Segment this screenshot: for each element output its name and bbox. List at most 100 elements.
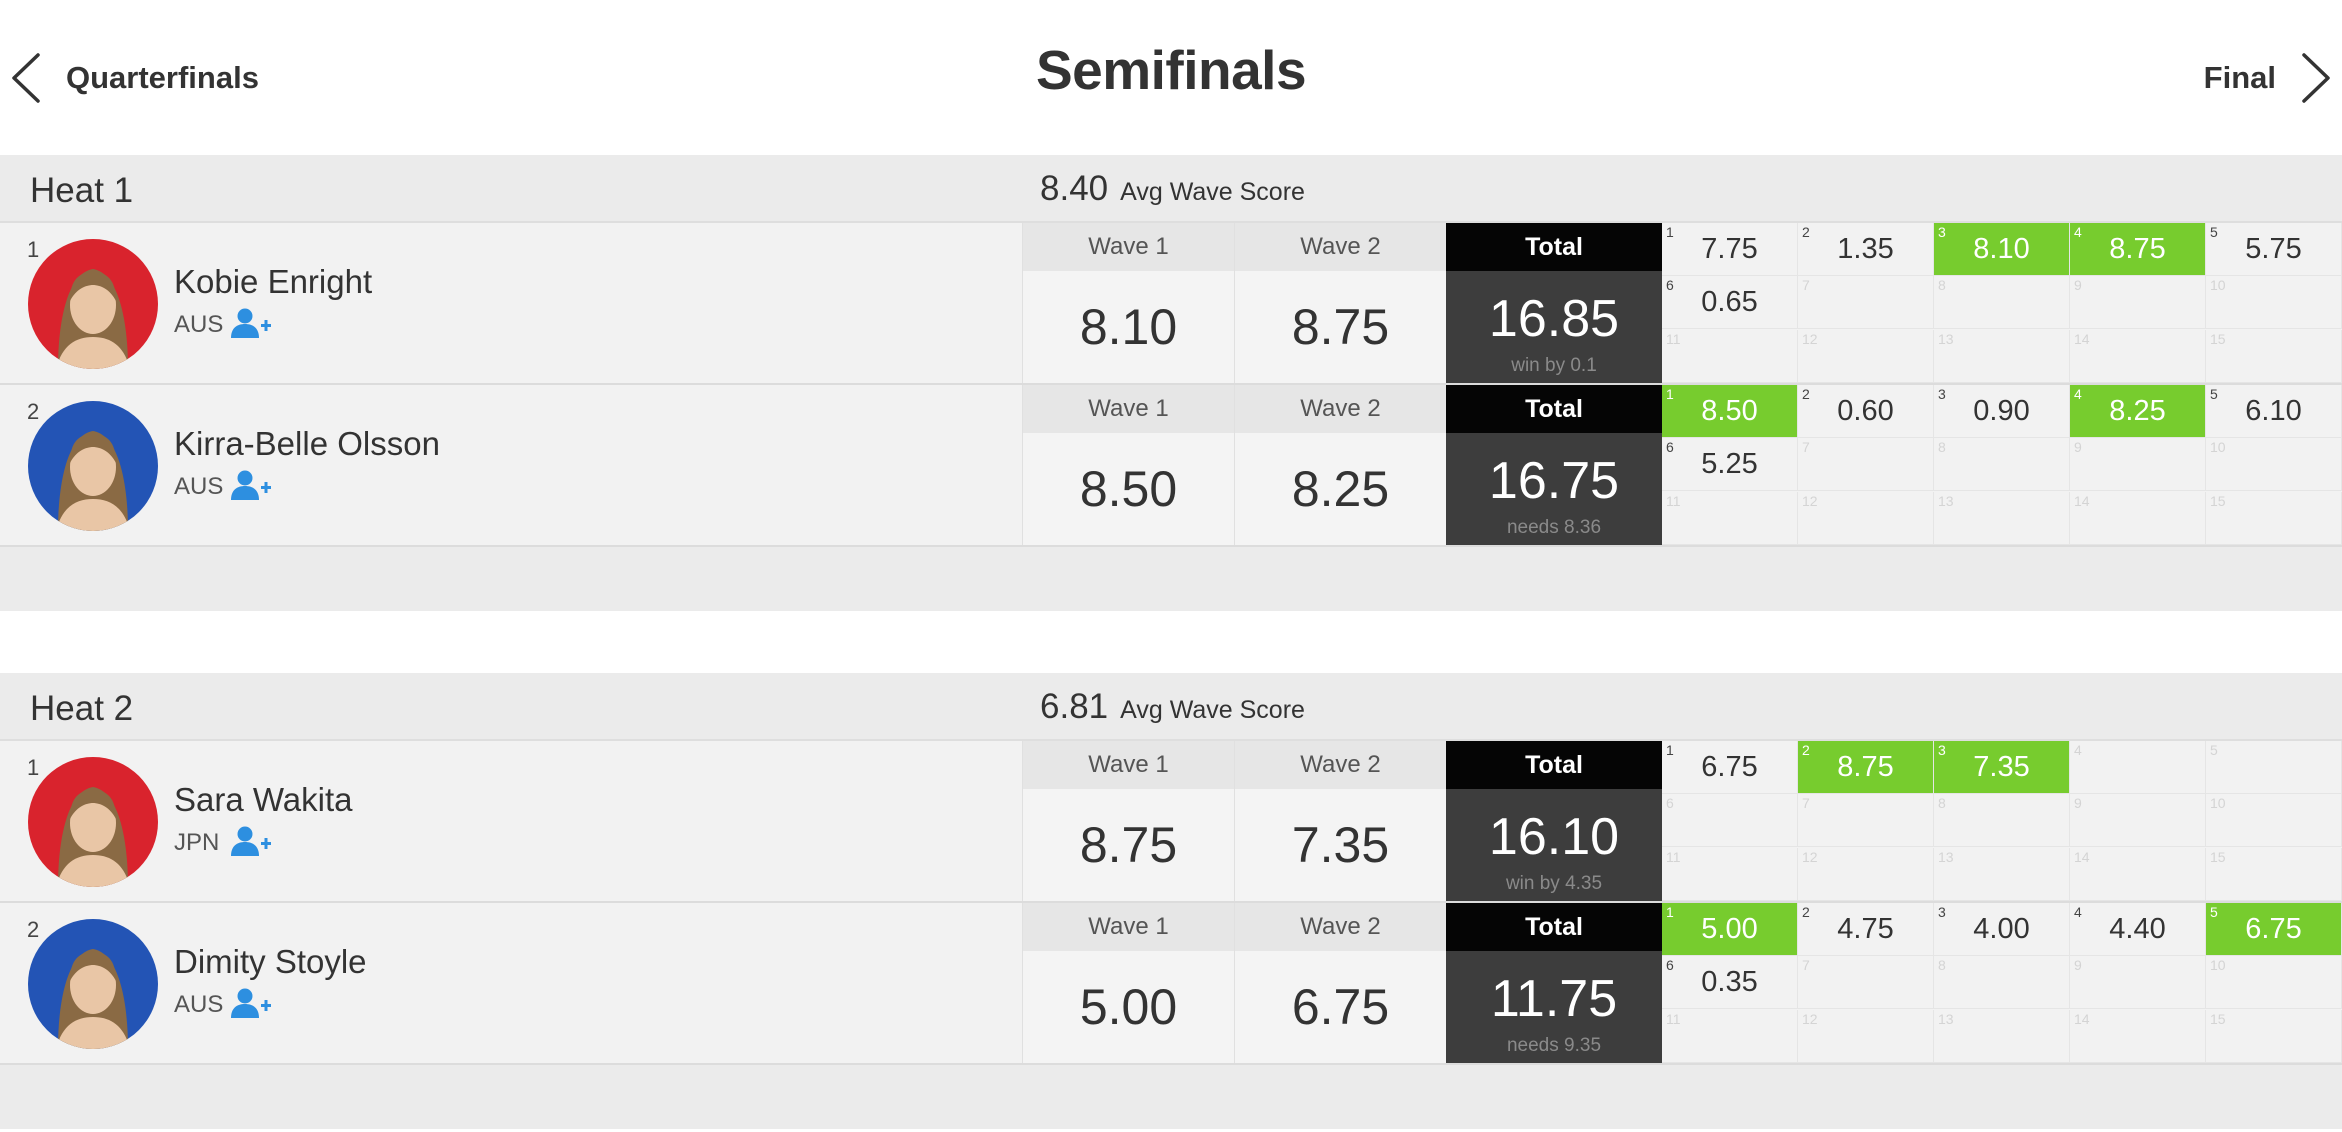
wave-2-score: 8.25 bbox=[1291, 461, 1390, 517]
athlete-seed: 1 bbox=[27, 755, 40, 780]
total-note: win by 4.35 bbox=[1505, 873, 1603, 894]
wave-2-header: Wave 2 bbox=[1235, 741, 1446, 789]
wave-score-cell: 14 bbox=[2070, 847, 2206, 901]
wave-score-cell: 11 bbox=[1662, 491, 1798, 545]
wave-score-cell: 6 bbox=[1662, 794, 1798, 848]
athlete-row[interactable]: 2 Kirra-Belle Olsson AUS Wave 1 8.50 Wav… bbox=[0, 385, 2342, 547]
athlete-row[interactable]: 1 Kobie Enright AUS Wave 1 8.10 Wave 2 8… bbox=[0, 223, 2342, 385]
wave-score-grid: 1 5.00 2 4.75 3 4.00 4 4.40 5 6.75 6 0.35 7 8 9 10 11 12 1… bbox=[1662, 903, 2342, 1063]
wave-score-cell: 15 bbox=[2206, 847, 2342, 901]
next-round-link[interactable]: Final bbox=[2204, 48, 2334, 108]
wave-number: 11 bbox=[1666, 1010, 1681, 1027]
athlete-name[interactable]: Dimity Stoyle bbox=[174, 943, 367, 981]
wave-number: 15 bbox=[2210, 492, 2226, 509]
wave-number: 9 bbox=[2074, 795, 2082, 812]
heat-block: Heat 2 6.81 Avg Wave Score 1 Sara Wakita… bbox=[0, 673, 2342, 1129]
athlete-row[interactable]: 1 Sara Wakita JPN Wave 1 8.75 Wave 2 7.3… bbox=[0, 741, 2342, 903]
wave-2-score: 6.75 bbox=[1291, 979, 1390, 1035]
wave-number: 9 bbox=[2074, 439, 2082, 456]
wave-score-cell: 3 8.10 bbox=[1934, 223, 2070, 276]
wave-number: 12 bbox=[1802, 492, 1818, 509]
total-column: Total 16.10 win by 4.35 bbox=[1446, 741, 1662, 901]
wave-number: 10 bbox=[2210, 277, 2226, 294]
total-score: 11.75 bbox=[1490, 970, 1618, 1028]
wave-score-cell: 11 bbox=[1662, 1009, 1798, 1063]
athlete-row[interactable]: 2 Dimity Stoyle AUS Wave 1 5.00 Wave 2 6… bbox=[0, 903, 2342, 1065]
wave-number: 14 bbox=[2074, 492, 2090, 509]
wave-1-column: Wave 1 8.50 bbox=[1022, 385, 1234, 545]
wave-2-column: Wave 2 7.35 bbox=[1234, 741, 1446, 901]
wave-score-cell: 7 bbox=[1798, 794, 1934, 848]
heat-header: Heat 1 8.40 Avg Wave Score bbox=[0, 155, 2342, 223]
wave-1-score: 5.00 bbox=[1079, 979, 1178, 1035]
wave-score-value: 8.75 bbox=[1837, 751, 1894, 783]
wave-number: 11 bbox=[1666, 330, 1681, 347]
next-round-label: Final bbox=[2203, 60, 2276, 95]
wave-score-cell: 7 bbox=[1798, 438, 1934, 492]
wave-score-cell: 15 bbox=[2206, 1009, 2342, 1063]
wave-score-value: 1.35 bbox=[1837, 233, 1894, 265]
page-title: Semifinals bbox=[1035, 39, 1307, 101]
wave-number: 9 bbox=[2074, 957, 2082, 974]
heat-footer bbox=[0, 547, 2342, 611]
wave-number: 8 bbox=[1938, 439, 1946, 456]
wave-number: 7 bbox=[1802, 795, 1810, 812]
wave-score-cell: 9 bbox=[2070, 438, 2206, 492]
wave-score-cell: 12 bbox=[1798, 1009, 1934, 1063]
wave-number: 14 bbox=[2074, 848, 2090, 865]
wave-1-score: 8.75 bbox=[1079, 817, 1178, 873]
wave-score-grid: 1 7.75 2 1.35 3 8.10 4 8.75 5 5.75 6 0.65 7 8 9 10 11 12 1… bbox=[1662, 223, 2342, 383]
athlete-avatar bbox=[28, 239, 158, 369]
wave-number: 15 bbox=[2210, 1010, 2226, 1027]
wave-score-cell: 3 4.00 bbox=[1934, 903, 2070, 956]
wave-score-cell: 4 8.75 bbox=[2070, 223, 2206, 276]
wave-score-cell: 10 bbox=[2206, 956, 2342, 1010]
wave-score-cell: 11 bbox=[1662, 329, 1798, 383]
wave-number: 13 bbox=[1938, 330, 1954, 347]
wave-1-column: Wave 1 8.10 bbox=[1022, 223, 1234, 383]
wave-number: 11 bbox=[1666, 848, 1681, 865]
athlete-name[interactable]: Kobie Enright bbox=[174, 263, 372, 301]
wave-number: 8 bbox=[1938, 957, 1946, 974]
wave-score-cell: 10 bbox=[2206, 794, 2342, 848]
athlete-avatar bbox=[28, 757, 158, 887]
follow-athlete-icon[interactable] bbox=[230, 307, 272, 339]
follow-athlete-icon[interactable] bbox=[230, 825, 272, 857]
total-note: needs 9.35 bbox=[1506, 1035, 1602, 1056]
wave-1-header: Wave 1 bbox=[1023, 385, 1234, 433]
wave-number: 11 bbox=[1666, 492, 1681, 509]
total-column: Total 11.75 needs 9.35 bbox=[1446, 903, 1662, 1063]
wave-score-cell: 15 bbox=[2206, 329, 2342, 383]
wave-number: 12 bbox=[1802, 848, 1818, 865]
wave-number: 9 bbox=[2074, 277, 2082, 294]
wave-score-cell: 5 5.75 bbox=[2206, 223, 2342, 276]
wave-score-cell: 4 8.25 bbox=[2070, 385, 2206, 438]
athlete-name[interactable]: Sara Wakita bbox=[174, 781, 353, 819]
wave-score-grid: 1 6.75 2 8.75 3 7.35 4 5 6 7 8 9 10 11 12 13 14 15 bbox=[1662, 741, 2342, 901]
wave-score-cell: 8 bbox=[1934, 276, 2070, 330]
wave-score-cell: 12 bbox=[1798, 329, 1934, 383]
total-note: needs 8.36 bbox=[1506, 517, 1602, 538]
wave-2-header: Wave 2 bbox=[1235, 903, 1446, 951]
round-navigation: Quarterfinals Semifinals Final bbox=[0, 0, 2342, 155]
wave-2-header: Wave 2 bbox=[1235, 385, 1446, 433]
follow-athlete-icon[interactable] bbox=[230, 987, 272, 1019]
heat-avg-label: Avg Wave Score bbox=[1120, 696, 1305, 724]
athlete-name[interactable]: Kirra-Belle Olsson bbox=[174, 425, 440, 463]
athlete-country: AUS bbox=[174, 473, 224, 500]
wave-score-cell: 1 8.50 bbox=[1662, 385, 1798, 438]
heat-avg-label: Avg Wave Score bbox=[1120, 178, 1305, 206]
heat-name: Heat 1 bbox=[30, 171, 134, 210]
wave-number: 7 bbox=[1802, 957, 1810, 974]
wave-score-cell: 7 bbox=[1798, 276, 1934, 330]
wave-score-value: 0.65 bbox=[1701, 286, 1758, 319]
heat-avg-score: 8.40 Avg Wave Score bbox=[1040, 169, 1305, 209]
heat-footer bbox=[0, 1065, 2342, 1129]
follow-athlete-icon[interactable] bbox=[230, 469, 272, 501]
wave-score-value: 4.75 bbox=[1837, 913, 1894, 945]
athlete-seed: 2 bbox=[27, 917, 40, 942]
wave-2-column: Wave 2 8.25 bbox=[1234, 385, 1446, 545]
wave-number: 10 bbox=[2210, 795, 2226, 812]
wave-score-value: 6.75 bbox=[2245, 913, 2302, 945]
wave-score-cell: 13 bbox=[1934, 847, 2070, 901]
